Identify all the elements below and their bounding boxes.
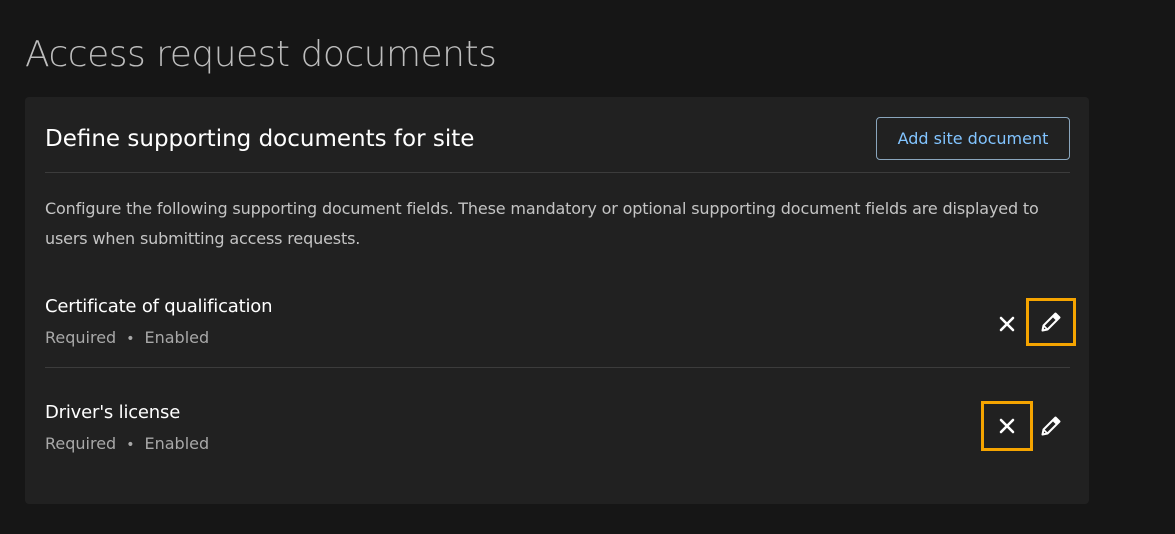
delete-document-button[interactable] xyxy=(984,303,1030,345)
close-icon xyxy=(999,418,1015,434)
edit-document-button[interactable] xyxy=(1026,298,1076,346)
document-row: Driver's license Required • Enabled xyxy=(45,396,1070,470)
document-status: Enabled xyxy=(144,328,210,347)
meta-separator: • xyxy=(126,437,135,453)
document-requirement: Required xyxy=(45,328,117,347)
edit-document-button[interactable] xyxy=(1028,405,1074,447)
document-meta: Required • Enabled xyxy=(45,431,209,458)
delete-document-button[interactable] xyxy=(981,401,1033,451)
meta-separator: • xyxy=(126,331,135,347)
document-requirement: Required xyxy=(45,434,117,453)
card-header: Define supporting documents for site Add… xyxy=(45,117,1070,173)
document-name: Certificate of qualification xyxy=(45,296,273,317)
page-title: Access request documents xyxy=(25,34,497,75)
close-icon xyxy=(999,316,1015,332)
card-title: Define supporting documents for site xyxy=(45,126,475,152)
add-site-document-button[interactable]: Add site document xyxy=(876,117,1070,160)
document-name: Driver's license xyxy=(45,402,181,423)
card-description: Configure the following supporting docum… xyxy=(45,199,1039,248)
document-meta: Required • Enabled xyxy=(45,325,209,352)
supporting-documents-card: Define supporting documents for site Add… xyxy=(25,97,1089,504)
pencil-icon xyxy=(1039,414,1063,438)
document-row: Certificate of qualification Required • En… xyxy=(45,290,1076,368)
pencil-icon xyxy=(1039,310,1063,334)
document-status: Enabled xyxy=(144,434,210,453)
